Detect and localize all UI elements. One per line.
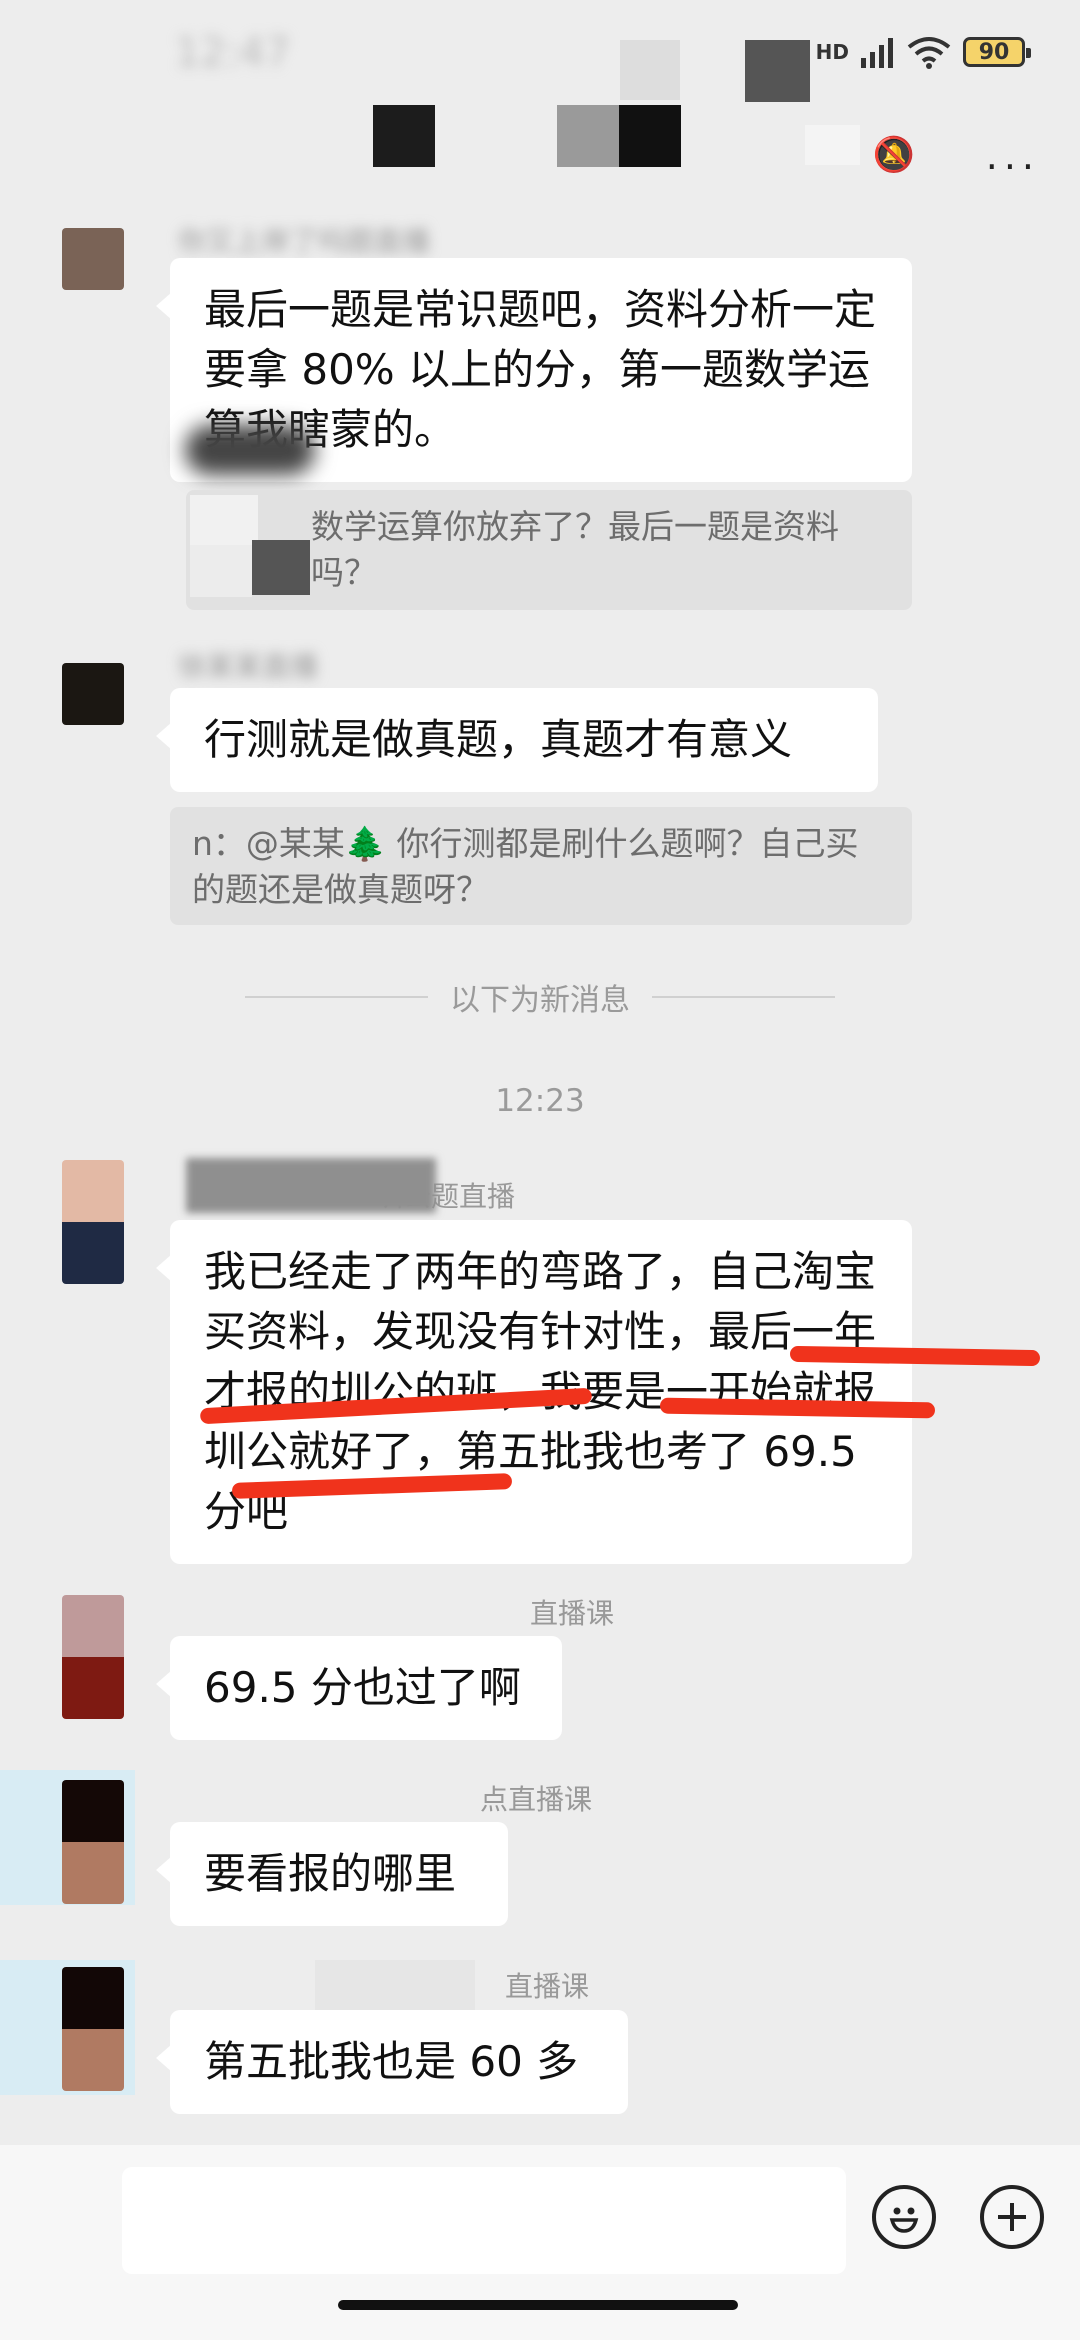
network-label: HD	[815, 40, 849, 64]
message-text: 最后一题是常识题吧，资料分析一定要拿 80% 以上的分，第一题数学运算我瞎蒙的。	[204, 285, 877, 454]
message-text: 第五批我也是 60 多	[204, 2037, 579, 2086]
input-bar	[0, 2145, 1080, 2340]
quote-text: n：@某某🌲 你行测都是刷什么题啊？自己买的题还是做真题呀？	[192, 824, 859, 909]
mute-icon: 🔕	[872, 135, 915, 175]
sticker-blur	[185, 425, 315, 475]
chat-title-pixelated	[619, 105, 681, 167]
sender-name: 点直播课	[480, 1783, 593, 1816]
chat-header: 🔕 ···	[0, 90, 1080, 210]
quote-text: 数学运算你放弃了？最后一题是资料吗？	[311, 507, 839, 592]
avatar[interactable]	[62, 1595, 124, 1719]
new-messages-divider: 以下为新消息	[245, 975, 835, 1019]
sender-pixelated	[186, 1158, 436, 1213]
avatar[interactable]	[62, 663, 124, 725]
sender-name: 你又上岸了吗题直播	[178, 225, 431, 258]
wifi-icon	[907, 37, 951, 69]
sender-name: 直播课	[505, 1970, 590, 2003]
status-right: HD 90	[815, 35, 1031, 69]
message-bubble[interactable]: 要看报的哪里	[156, 1822, 508, 1926]
avatar[interactable]	[62, 1160, 124, 1284]
plus-glyph-icon	[998, 2203, 1026, 2231]
chat-title-pixelated	[373, 105, 435, 167]
message-text: 行测就是做真题，真题才有意义	[204, 715, 793, 764]
home-indicator[interactable]	[338, 2300, 738, 2310]
battery-icon: 90	[963, 37, 1031, 67]
signal-icon	[861, 38, 893, 68]
message-bubble[interactable]: 69.5 分也过了啊	[156, 1636, 562, 1740]
chat-title-pixelated	[805, 125, 860, 165]
message-text: 要看报的哪里	[204, 1849, 457, 1898]
avatar[interactable]	[62, 1780, 124, 1904]
timestamp: 12:23	[495, 1083, 585, 1119]
message-bubble[interactable]: 行测就是做真题，真题才有意义	[156, 688, 878, 792]
more-icon[interactable]: ···	[986, 145, 1040, 189]
message-input[interactable]	[122, 2167, 846, 2274]
sender-name: 徐某某直播	[178, 650, 319, 683]
avatar[interactable]	[62, 1967, 124, 2091]
message-text: 69.5 分也过了啊	[204, 1663, 521, 1712]
quote-pixelated	[252, 540, 310, 595]
quote-pixelated	[190, 545, 252, 597]
sender-name: 直播课	[530, 1597, 615, 1630]
quote-pixelated	[190, 495, 258, 545]
battery-level: 90	[978, 39, 1010, 65]
emoji-icon[interactable]	[872, 2185, 936, 2249]
message-bubble[interactable]: 第五批我也是 60 多	[156, 2010, 628, 2114]
plus-icon[interactable]	[980, 2185, 1044, 2249]
avatar[interactable]	[62, 228, 124, 290]
divider-label: 以下为新消息	[450, 983, 630, 1018]
sender-pixelated	[315, 1960, 475, 2010]
divider-line	[245, 996, 428, 998]
chat-title-pixelated	[557, 105, 619, 167]
divider-line	[652, 996, 835, 998]
quoted-message[interactable]: n：@某某🌲 你行测都是刷什么题啊？自己买的题还是做真题呀？	[170, 807, 912, 925]
status-time: 12:47	[175, 30, 291, 76]
emoji-face-icon	[889, 2207, 919, 2233]
